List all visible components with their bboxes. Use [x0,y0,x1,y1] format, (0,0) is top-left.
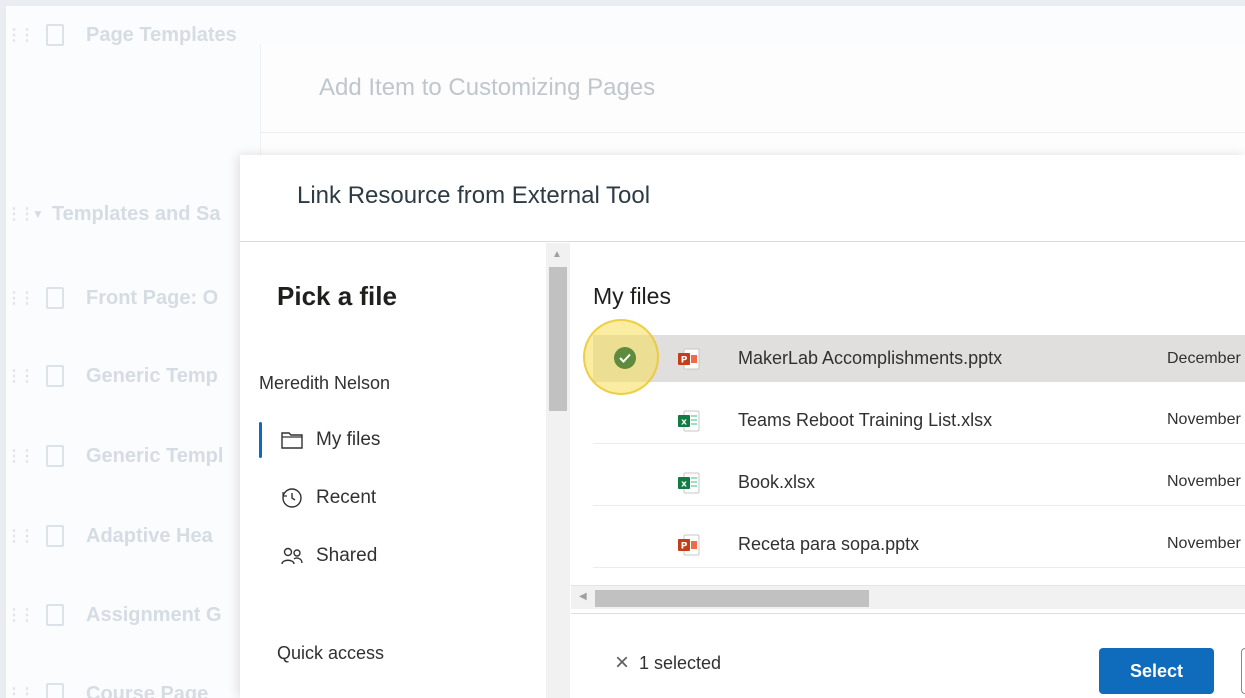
people-icon [277,544,307,568]
bg-row-label: Generic Templ [86,444,224,467]
modal-title: Link Resource from External Tool [297,182,651,209]
nav-shared[interactable]: Shared [259,536,519,576]
picker-sidebar: Pick a file Meredith Nelson My files Rec… [240,243,570,698]
bg-row-label: Templates and Sa [51,202,221,225]
cancel-button[interactable] [1241,648,1245,694]
horizontal-scrollbar[interactable]: ◀ [571,585,1245,609]
excel-icon: x [677,471,701,495]
bg-row: ⋮⋮ Assignment G [6,591,222,639]
bg-row: ⋮⋮ Front Page: O [6,274,218,322]
link-resource-modal: Link Resource from External Tool Pick a … [240,155,1245,698]
nav-recent[interactable]: Recent [259,478,519,518]
bg-row-label: Course Page [86,682,209,698]
bg-row: ⋮⋮ Page Templates [6,11,237,59]
bg-row: ⋮⋮ Adaptive Hea [6,512,213,560]
drag-handle-icon: ⋮⋮ [6,290,35,307]
nav-label: My files [316,429,381,450]
scroll-left-icon[interactable]: ◀ [579,591,587,602]
files-title: My files [593,283,671,309]
nav-label: Recent [316,487,377,508]
clear-selection-button[interactable]: × 1 selected [615,651,721,675]
bg-row-label: Page Templates [86,23,237,46]
selected-count: 1 selected [639,652,722,673]
divider [261,132,1245,133]
drag-handle-icon: ⋮⋮ [6,206,35,223]
drag-handle-icon: ⋮⋮ [6,368,35,385]
close-icon: × [615,649,630,676]
page-icon [46,683,64,698]
files-pane: My files P MakerLab Accomplishments.pptx… [571,243,1245,698]
file-row[interactable]: x Book.xlsx November [593,459,1245,506]
svg-text:P: P [681,542,688,552]
page-icon [46,604,64,626]
file-name: Book.xlsx [738,471,816,492]
drag-handle-icon: ⋮⋮ [6,528,35,545]
bg-row: ⋮⋮ Course Page [6,670,208,698]
file-row[interactable]: P MakerLab Accomplishments.pptx December [583,319,1245,395]
page-icon [46,287,64,309]
page-icon [46,445,64,467]
picker-title: Pick a file [277,281,397,311]
bg-row: ⋮⋮ Generic Temp [6,352,218,400]
page-icon [46,365,64,387]
bg-row: ⋮⋮ ▼ Templates and Sa [6,190,220,238]
svg-text:x: x [681,418,687,428]
history-icon [277,486,307,510]
drag-handle-icon: ⋮⋮ [6,686,35,698]
powerpoint-icon: P [677,347,701,371]
file-date: December [1167,349,1241,367]
bg-row-label: Assignment G [86,603,222,626]
bg-row: ⋮⋮ Generic Templ [6,432,223,480]
active-indicator [259,422,262,458]
page-icon [46,525,64,547]
folder-icon [277,428,307,452]
file-name: Receta para sopa.pptx [738,533,920,554]
nav-label: Shared [316,545,378,566]
checkmark-icon[interactable] [614,347,636,369]
svg-text:x: x [681,480,687,490]
bg-row-label: Generic Temp [86,364,218,387]
powerpoint-icon: P [677,533,701,557]
add-item-title: Add Item to Customizing Pages [319,74,656,101]
file-row[interactable]: P Receta para sopa.pptx November [593,521,1245,568]
drag-handle-icon: ⋮⋮ [6,27,35,44]
caret-down-icon: ▼ [32,207,44,221]
footer-divider [571,613,1245,614]
scrollbar-thumb[interactable] [549,267,567,411]
page-icon [46,24,64,46]
scroll-up-icon[interactable]: ▲ [552,249,562,260]
bg-row-label: Adaptive Hea [86,524,213,547]
file-row[interactable]: x Teams Reboot Training List.xlsx Novemb… [593,397,1245,444]
nav-my-files[interactable]: My files [259,420,519,460]
modal-header: Link Resource from External Tool [240,155,1245,242]
sidebar-scrollbar[interactable]: ▲ [546,243,570,698]
file-date: November [1167,535,1241,552]
excel-icon: x [677,409,701,433]
select-button[interactable]: Select [1099,648,1214,694]
svg-text:P: P [681,356,688,366]
bg-row-label: Front Page: O [86,286,219,309]
account-name: Meredith Nelson [259,373,391,393]
drag-handle-icon: ⋮⋮ [6,607,35,624]
file-date: November [1167,411,1241,428]
file-name: Teams Reboot Training List.xlsx [738,409,993,430]
file-date: November [1167,473,1241,490]
drag-handle-icon: ⋮⋮ [6,448,35,465]
scrollbar-thumb[interactable] [595,590,869,607]
file-name: MakerLab Accomplishments.pptx [738,348,1003,368]
quick-access-heading: Quick access [277,643,385,663]
